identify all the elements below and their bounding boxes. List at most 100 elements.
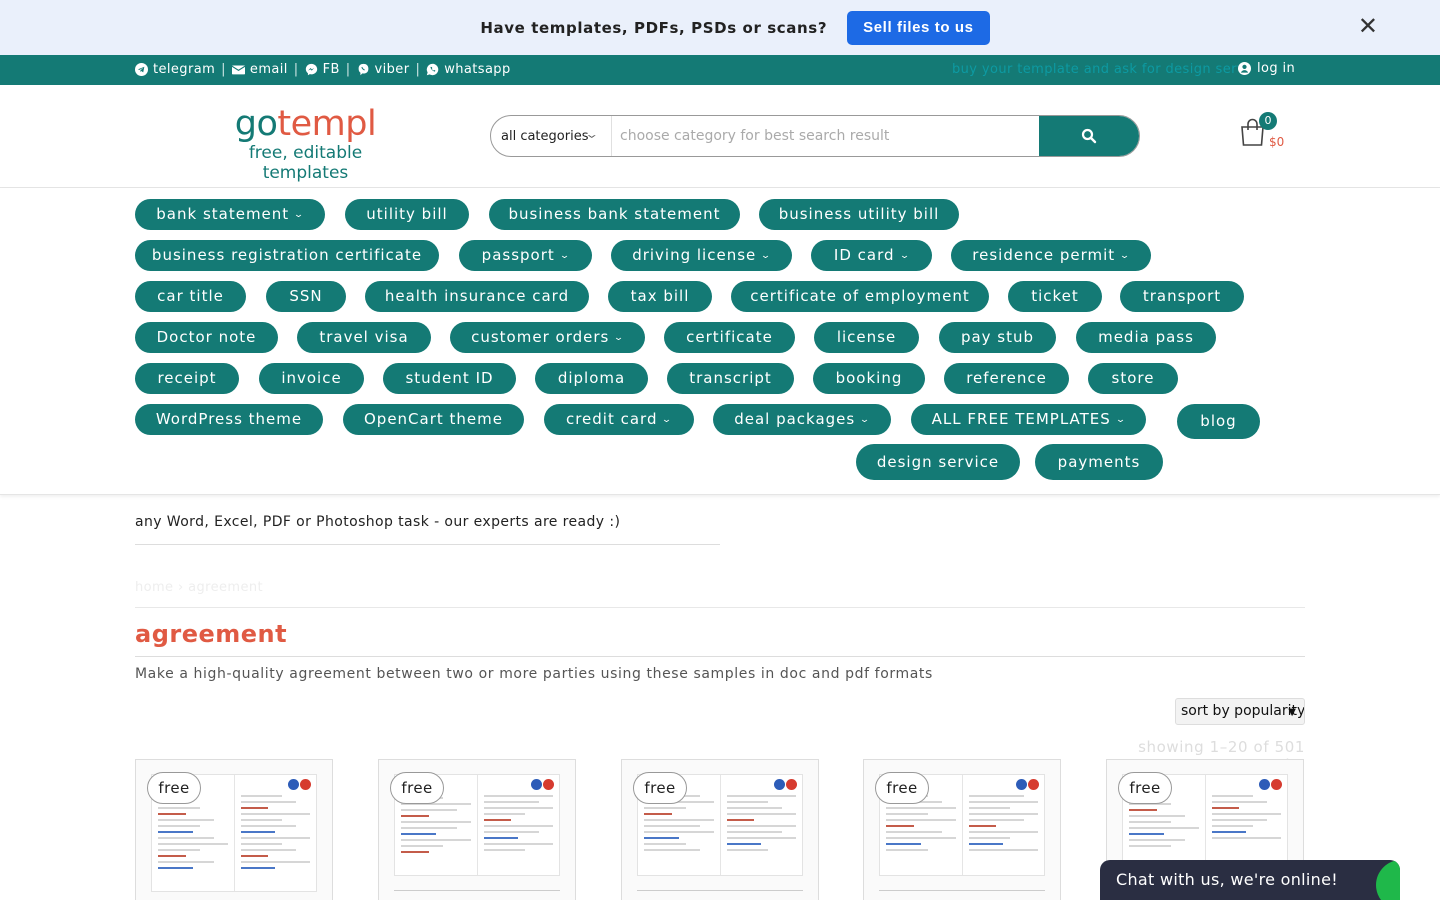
nav-item-label: pay stub [960, 328, 1035, 346]
nav-item-label: transport [1142, 287, 1222, 305]
nav-item-label: receipt [157, 369, 217, 387]
product-card[interactable]: free [378, 759, 576, 900]
word-icon [288, 779, 299, 790]
nav-item-license[interactable]: license [814, 322, 919, 353]
format-icons [1258, 779, 1282, 790]
nav-item-pay-stub[interactable]: pay stub [939, 322, 1056, 353]
contact-viber[interactable]: viber [357, 62, 410, 77]
marquee-text[interactable]: buy your template and ask for design ser… [952, 62, 1238, 77]
document-page-preview [963, 775, 1045, 875]
nav-item-business-bank-statement[interactable]: business bank statement [489, 199, 740, 230]
product-card[interactable]: free [135, 759, 333, 900]
nav-item-transport[interactable]: transport [1120, 281, 1244, 312]
nav-item-certificate-of-employment[interactable]: certificate of employment [731, 281, 989, 312]
product-card[interactable]: free [863, 759, 1061, 900]
search-bar: all categories › [490, 115, 1140, 157]
nav-item-customer-orders[interactable]: customer orders ⌄ [450, 322, 645, 353]
nav-item-label: certificate [686, 328, 773, 346]
close-icon[interactable]: ✕ [1358, 14, 1378, 38]
nav-item-credit-card[interactable]: credit card ⌄ [544, 404, 694, 435]
separator: | [293, 62, 299, 77]
nav-item-label: student ID [405, 369, 494, 387]
sort-select[interactable]: sort by popularity ▼ [1175, 698, 1305, 725]
nav-item-residence-permit[interactable]: residence permit ⌄ [951, 240, 1151, 271]
nav-item-label: blog [1200, 412, 1237, 430]
nav-item-blog[interactable]: blog [1177, 404, 1260, 439]
document-page-preview [235, 775, 317, 891]
pdf-icon [300, 779, 311, 790]
nav-item-wordpress-theme[interactable]: WordPress theme [135, 404, 323, 435]
experts-promo[interactable]: any Word, Excel, PDF or Photoshop task -… [135, 514, 620, 530]
search-input[interactable] [611, 116, 1039, 156]
nav-item-travel-visa[interactable]: travel visa [297, 322, 431, 353]
promo-banner: Have templates, PDFs, PSDs or scans? Sel… [0, 0, 1440, 55]
nav-item-id-card[interactable]: ID card ⌄ [811, 240, 932, 271]
nav-item-doctor-note[interactable]: Doctor note [135, 322, 278, 353]
nav-item-label: tax bill [630, 287, 690, 305]
search-button[interactable] [1039, 116, 1139, 156]
nav-item-tax-bill[interactable]: tax bill [608, 281, 712, 312]
nav-item-ssn[interactable]: SSN [266, 281, 346, 312]
nav-item-label: business utility bill [778, 205, 940, 223]
separator: | [345, 62, 351, 77]
nav-item-invoice[interactable]: invoice [259, 363, 364, 394]
format-icons [287, 779, 311, 790]
category-select[interactable]: all categories › [491, 116, 611, 156]
nav-item-payments[interactable]: payments [1035, 444, 1163, 480]
viber-icon [358, 63, 368, 76]
nav-item-passport[interactable]: passport ⌄ [459, 240, 592, 271]
dropdown-arrow-icon: ▼ [1288, 707, 1296, 718]
sell-files-button[interactable]: Sell files to us [847, 10, 990, 45]
nav-item-deal-packages[interactable]: deal packages ⌄ [713, 404, 891, 435]
nav-item-business-utility-bill[interactable]: business utility bill [759, 199, 959, 230]
nav-item-design-service[interactable]: design service [856, 444, 1020, 480]
nav-item-diploma[interactable]: diploma [535, 363, 648, 394]
cart-button[interactable]: 0 $0 [1240, 112, 1300, 155]
site-logo[interactable]: gotempl free, editable templates [208, 105, 403, 183]
nav-item-store[interactable]: store [1088, 363, 1178, 394]
nav-item-reference[interactable]: reference [944, 363, 1069, 394]
nav-item-utility-bill[interactable]: utility bill [345, 199, 469, 230]
login-link[interactable]: log in [1238, 61, 1295, 76]
contact-email[interactable]: email [231, 62, 288, 77]
nav-item-ticket[interactable]: ticket [1008, 281, 1102, 312]
nav-item-health-insurance-card[interactable]: health insurance card [365, 281, 589, 312]
nav-item-label: WordPress theme [155, 410, 303, 428]
contact-telegram[interactable]: telegram [135, 62, 215, 77]
product-card[interactable]: free [621, 759, 819, 900]
nav-item-driving-license[interactable]: driving license ⌄ [611, 240, 792, 271]
nav-item-business-registration-certificate[interactable]: business registration certificate [135, 240, 439, 271]
divider [879, 890, 1045, 891]
category-select-value: all categories [501, 128, 589, 144]
nav-item-student-id[interactable]: student ID [383, 363, 516, 394]
nav-item-receipt[interactable]: receipt [135, 363, 239, 394]
contact-whatsapp[interactable]: whatsapp [426, 62, 510, 77]
nav-item-bank-statement[interactable]: bank statement ⌄ [135, 199, 325, 230]
nav-item-transcript[interactable]: transcript [667, 363, 794, 394]
free-badge: free [390, 772, 444, 804]
word-icon [531, 779, 542, 790]
nav-item-label: reference [966, 369, 1047, 387]
chat-status-indicator [1376, 860, 1400, 900]
nav-item-label: ticket [1031, 287, 1079, 305]
nav-item-all-free-templates[interactable]: ALL FREE TEMPLATES ⌄ [911, 404, 1146, 435]
chevron-down-icon: ⌄ [760, 251, 773, 261]
nav-item-opencart-theme[interactable]: OpenCart theme [343, 404, 524, 435]
contact-fb[interactable]: FB [305, 62, 340, 77]
divider [394, 890, 560, 891]
free-badge: free [875, 772, 929, 804]
page-title: agreement [135, 620, 288, 648]
live-chat-widget[interactable]: Chat with us, we're online! [1100, 860, 1400, 900]
logo-wordmark: gotempl [208, 105, 403, 143]
chevron-down-icon: ⌄ [1119, 251, 1132, 261]
contact-label: viber [374, 62, 410, 77]
word-icon [1016, 779, 1027, 790]
nav-item-booking[interactable]: booking [813, 363, 925, 394]
nav-item-media-pass[interactable]: media pass [1076, 322, 1216, 353]
nav-item-certificate[interactable]: certificate [664, 322, 795, 353]
nav-item-label: driving license [632, 246, 757, 264]
pdf-icon [1271, 779, 1282, 790]
breadcrumb[interactable]: home › agreement [135, 580, 263, 595]
nav-item-car-title[interactable]: car title [135, 281, 246, 312]
chevron-down-icon: ⌄ [859, 415, 872, 425]
